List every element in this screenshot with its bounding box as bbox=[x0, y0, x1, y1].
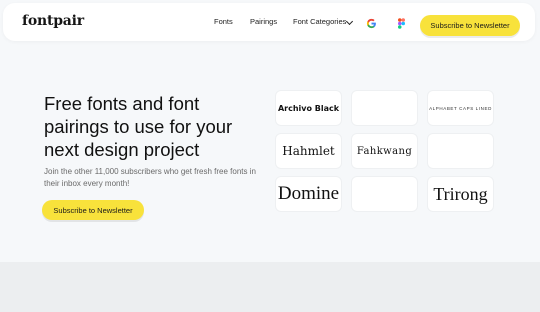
font-tile-label: Domine bbox=[277, 183, 340, 204]
font-tile-label: Hahmlet bbox=[282, 144, 335, 158]
top-navbar: fontpair Fonts Pairings Font Categories … bbox=[3, 3, 535, 41]
font-tile-label: ALPHABET CAPS LINED bbox=[429, 105, 492, 111]
font-tile-empty[interactable] bbox=[351, 90, 418, 126]
font-tile-label: Archivo Black bbox=[277, 103, 340, 113]
lower-section-band bbox=[0, 262, 540, 312]
hero-title: Free fonts and font pairings to use for … bbox=[44, 93, 233, 160]
chevron-down-icon[interactable] bbox=[345, 17, 354, 26]
nav-link-pairings[interactable]: Pairings bbox=[250, 17, 277, 26]
nav-link-fonts[interactable]: Fonts bbox=[214, 17, 233, 26]
font-tile-empty[interactable] bbox=[427, 133, 494, 169]
font-tile-alphabet-caps-lined[interactable]: ALPHABET CAPS LINED bbox=[427, 90, 494, 126]
figma-icon[interactable] bbox=[398, 18, 405, 29]
font-tile-empty[interactable] bbox=[351, 176, 418, 212]
font-tile-trirong[interactable]: Trirong bbox=[427, 176, 494, 212]
font-tile-hahmlet[interactable]: Hahmlet bbox=[275, 133, 342, 169]
logo[interactable]: fontpair bbox=[22, 13, 84, 29]
nav-link-font-categories[interactable]: Font Categories bbox=[293, 17, 346, 26]
google-icon[interactable] bbox=[366, 18, 377, 29]
subscribe-newsletter-button[interactable]: Subscribe to Newsletter bbox=[420, 15, 520, 36]
font-tile-label: Trirong bbox=[433, 183, 488, 204]
font-tile-domine[interactable]: Domine bbox=[275, 176, 342, 212]
hero-subtitle: Join the other 11,000 subscribers who ge… bbox=[44, 167, 256, 188]
font-tile-fahkwang[interactable]: Fahkwang bbox=[351, 133, 418, 169]
hero-subscribe-button[interactable]: Subscribe to Newsletter bbox=[42, 200, 144, 220]
font-tile-label: Fahkwang bbox=[356, 145, 413, 157]
font-tile-archivo-black[interactable]: Archivo Black bbox=[275, 90, 342, 126]
